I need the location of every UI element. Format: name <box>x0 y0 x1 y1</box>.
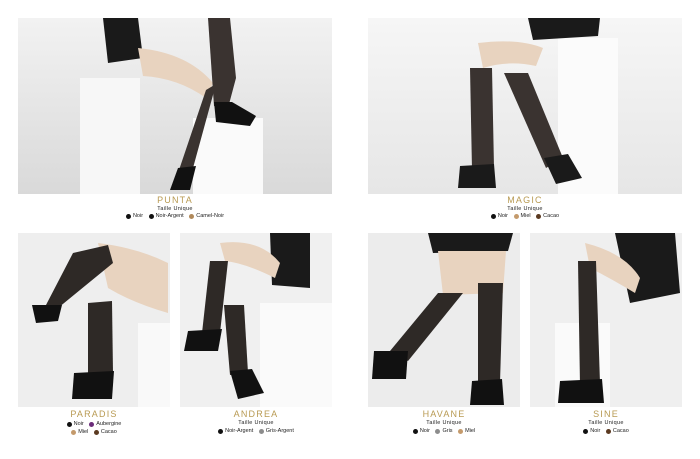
andrea-photo <box>180 233 332 407</box>
product-photo-sine <box>530 233 682 407</box>
paradis-photo <box>18 233 170 407</box>
color-dot <box>218 428 224 434</box>
color-dot <box>93 429 99 435</box>
color-swatch: Gris-Argent <box>258 428 294 434</box>
product-name: PARADIS <box>70 409 118 419</box>
color-swatch: Noir <box>412 428 430 434</box>
color-list: Noir Miel Cacao <box>368 213 682 219</box>
color-list: Miel Cacao <box>18 429 170 435</box>
color-dot <box>458 428 464 434</box>
color-dot <box>583 428 589 434</box>
color-swatch: Miel <box>71 429 88 435</box>
color-swatch: Noir <box>66 421 84 427</box>
product-photo-punta <box>18 18 332 194</box>
color-dot <box>189 213 195 219</box>
color-swatch: Noir-Argent <box>148 213 184 219</box>
color-dot <box>71 429 77 435</box>
color-swatch: Aubergine <box>89 421 121 427</box>
color-swatch: Cacao <box>605 428 629 434</box>
color-list: Noir-Argent Gris-Argent <box>180 428 332 434</box>
color-dot <box>435 428 441 434</box>
color-swatch: Camel-Noir <box>189 213 224 219</box>
size-label: Taille Unique <box>588 420 624 426</box>
color-swatch: Noir <box>125 213 143 219</box>
color-swatch: Miel <box>513 213 531 219</box>
color-dot <box>412 428 418 434</box>
color-swatch: Noir-Argent <box>218 428 253 434</box>
sine-photo <box>530 233 682 407</box>
color-dot <box>536 213 542 219</box>
product-name: PUNTA <box>157 195 193 205</box>
size-label: Taille Unique <box>426 420 462 426</box>
color-dot <box>605 428 611 434</box>
color-swatch: Noir <box>490 213 508 219</box>
product-name: MAGIC <box>507 195 543 205</box>
size-label: Taille Unique <box>238 420 274 426</box>
product-photo-magic <box>368 18 682 194</box>
color-dot <box>148 213 154 219</box>
product-photo-andrea <box>180 233 332 407</box>
color-dot <box>513 213 519 219</box>
product-photo-havane <box>368 233 520 407</box>
color-dot <box>490 213 496 219</box>
color-dot <box>89 421 95 427</box>
color-dot <box>125 213 131 219</box>
product-name: HAVANE <box>422 409 466 419</box>
product-name: ANDREA <box>233 409 279 419</box>
product-name: SINE <box>593 409 619 419</box>
color-swatch: Noir <box>583 428 600 434</box>
color-dot <box>258 428 264 434</box>
magic-photo <box>368 18 682 194</box>
color-swatch: Cacao <box>93 429 117 435</box>
color-swatch: Cacao <box>536 213 559 219</box>
punta-photo <box>18 18 332 194</box>
color-list: Noir Noir-Argent Camel-Noir <box>18 213 332 219</box>
product-photo-paradis <box>18 233 170 407</box>
color-list: Noir Aubergine <box>18 421 170 427</box>
havane-photo <box>368 233 520 407</box>
color-swatch: Miel <box>458 428 475 434</box>
color-dot <box>66 421 72 427</box>
color-list: Noir Cacao <box>530 428 682 434</box>
size-label: Taille Unique <box>507 206 543 212</box>
color-swatch: Gris <box>435 428 453 434</box>
size-label: Taille Unique <box>157 206 193 212</box>
color-list: Noir Gris Miel <box>368 428 520 434</box>
